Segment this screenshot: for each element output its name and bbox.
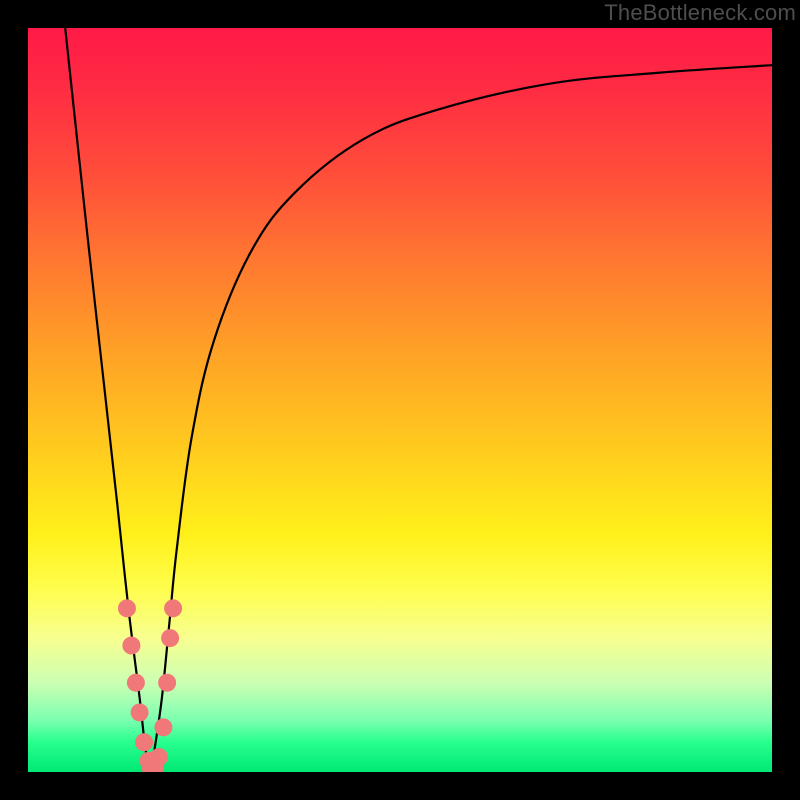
data-point bbox=[131, 703, 149, 721]
data-point bbox=[161, 629, 179, 647]
data-point bbox=[127, 674, 145, 692]
data-point bbox=[150, 748, 168, 766]
data-point bbox=[158, 674, 176, 692]
curve-left-branch bbox=[65, 28, 151, 772]
data-point bbox=[164, 599, 182, 617]
data-point bbox=[118, 599, 136, 617]
data-point bbox=[154, 718, 172, 736]
plot-area bbox=[28, 28, 772, 772]
chart-frame: TheBottleneck.com bbox=[0, 0, 800, 800]
data-point bbox=[122, 637, 140, 655]
data-point bbox=[135, 733, 153, 751]
curve-layer bbox=[28, 28, 772, 772]
watermark-text: TheBottleneck.com bbox=[604, 0, 796, 26]
curve-right-branch bbox=[151, 65, 772, 772]
